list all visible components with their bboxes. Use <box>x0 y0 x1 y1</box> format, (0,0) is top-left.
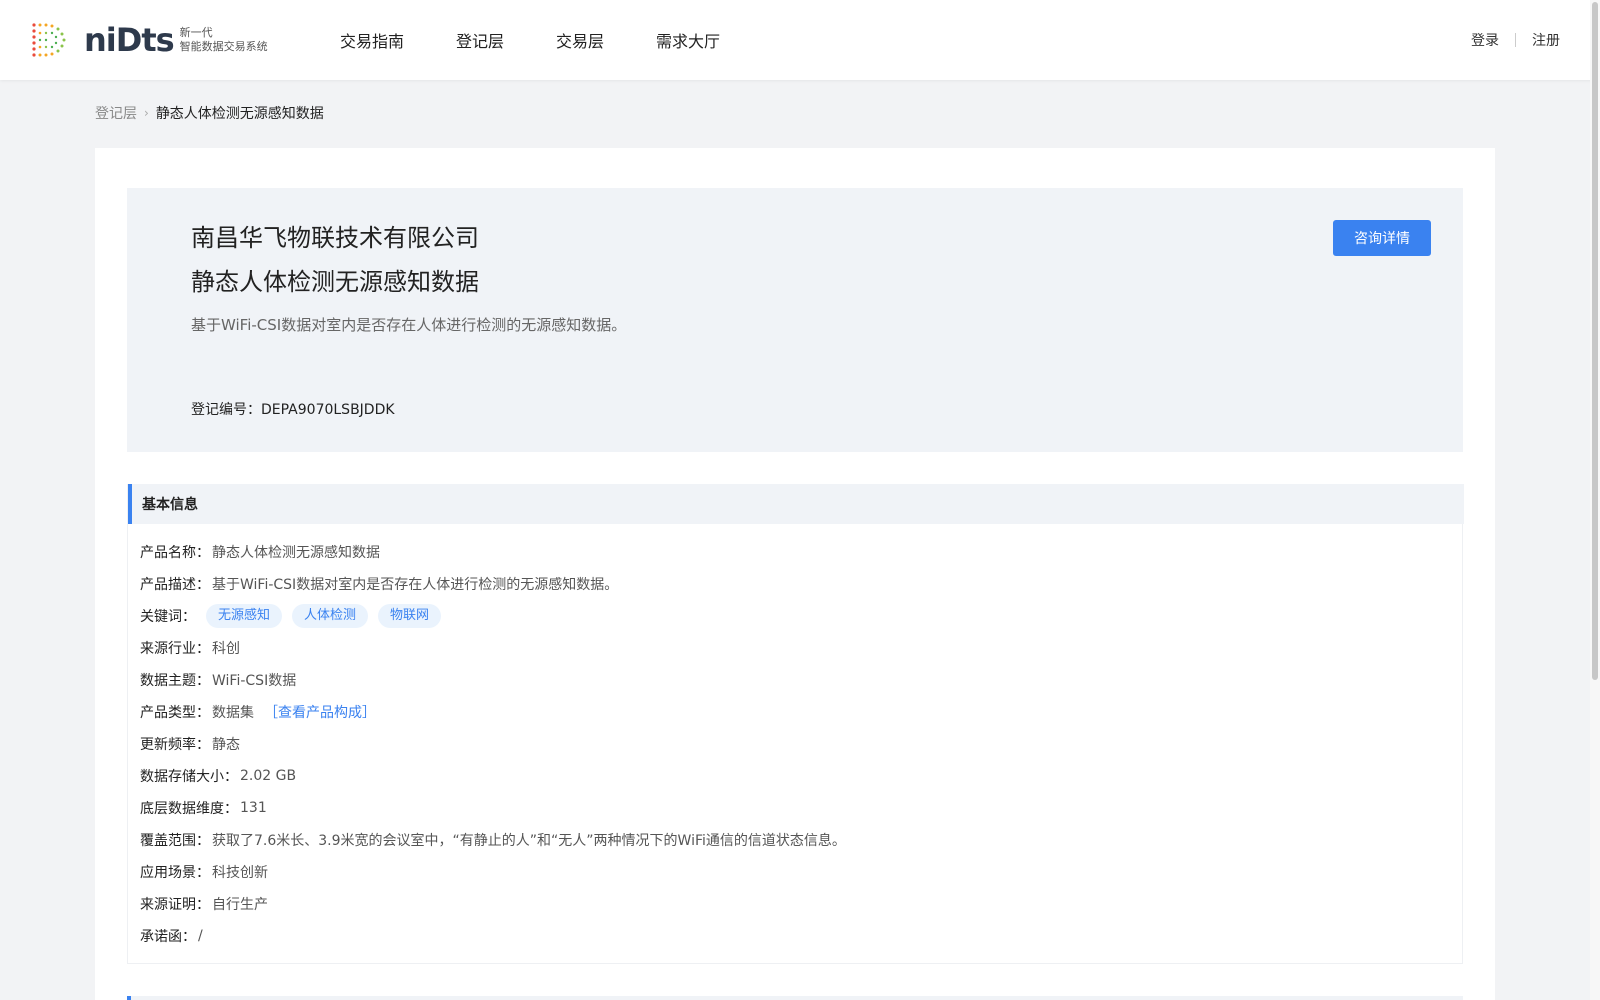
info-value: 自行生产 <box>212 897 268 913</box>
logo-wordmark: niDts <box>84 21 175 59</box>
auth-links: 登录 注册 <box>1471 0 1560 80</box>
main-nav: 交易指南 登记层 交易层 需求大厅 <box>340 0 772 80</box>
scrollbar-thumb[interactable] <box>1592 2 1598 680</box>
info-row-coverage: 覆盖范围： 获取了7.6米长、3.9米宽的会议室中，“有静止的人”和“无人”两种… <box>140 824 846 856</box>
info-label: 更新频率： <box>140 737 210 753</box>
registration-number-value: DEPA9070LSBJDDK <box>261 402 395 418</box>
logo-d-icon <box>32 23 66 57</box>
info-row-product-description: 产品描述： 基于WiFi-CSI数据对室内是否存在人体进行检测的无源感知数据。 <box>140 568 846 600</box>
info-row-data-theme: 数据主题： WiFi-CSI数据 <box>140 664 846 696</box>
register-link[interactable]: 注册 <box>1532 30 1560 50</box>
breadcrumb-registration-layer[interactable]: 登记层 <box>95 103 137 123</box>
consult-details-button[interactable]: 咨询详情 <box>1333 220 1431 256</box>
view-product-composition-link[interactable]: ［查看产品构成］ <box>264 702 376 722</box>
login-link[interactable]: 登录 <box>1471 30 1499 50</box>
basic-info-section: 基本信息 产品名称： 静态人体检测无源感知数据 产品描述： 基于WiFi-CSI… <box>127 484 1464 964</box>
info-label: 产品名称： <box>140 545 210 561</box>
info-row-source-proof: 来源证明： 自行生产 <box>140 888 846 920</box>
registration-number: 登记编号：DEPA9070LSBJDDK <box>191 399 395 419</box>
keyword-tag[interactable]: 人体检测 <box>292 604 369 628</box>
info-value: / <box>198 928 203 944</box>
info-label: 来源行业： <box>140 641 210 657</box>
info-row-application-scenario: 应用场景： 科技创新 <box>140 856 846 888</box>
nav-item-registration-layer[interactable]: 登记层 <box>456 28 504 52</box>
logo-subtitle-line1: 新一代 <box>179 26 213 39</box>
nav-item-trade-guide[interactable]: 交易指南 <box>340 28 404 52</box>
basic-info-list: 产品名称： 静态人体检测无源感知数据 产品描述： 基于WiFi-CSI数据对室内… <box>140 536 846 952</box>
info-label: 数据主题： <box>140 673 210 689</box>
product-detail-card: 南昌华飞物联技术有限公司 静态人体检测无源感知数据 基于WiFi-CSI数据对室… <box>95 148 1495 1000</box>
info-label: 产品描述： <box>140 577 210 593</box>
info-row-storage-size: 数据存储大小： 2.02 GB <box>140 760 846 792</box>
info-label: 承诺函： <box>140 929 196 945</box>
info-label: 覆盖范围： <box>140 833 210 849</box>
info-row-product-name: 产品名称： 静态人体检测无源感知数据 <box>140 536 846 568</box>
logo[interactable]: niDts 新一代 智能数据交易系统 <box>30 20 268 60</box>
company-name: 南昌华飞物联技术有限公司 <box>191 224 479 252</box>
auth-divider <box>1515 33 1516 47</box>
chevron-right-icon: › <box>144 106 149 120</box>
info-row-product-type: 产品类型： 数据集 ［查看产品构成］ <box>140 696 846 728</box>
product-title: 静态人体检测无源感知数据 <box>191 268 479 296</box>
page-scrollbar[interactable] <box>1590 0 1600 1000</box>
info-row-update-frequency: 更新频率： 静态 <box>140 728 846 760</box>
info-value: 数据集 <box>212 705 254 721</box>
section-title: 基本信息 <box>128 484 1464 524</box>
info-value: 基于WiFi-CSI数据对室内是否存在人体进行检测的无源感知数据。 <box>212 577 619 593</box>
breadcrumb-current: 静态人体检测无源感知数据 <box>155 106 324 122</box>
keyword-tag[interactable]: 无源感知 <box>206 604 283 628</box>
info-label: 产品类型： <box>140 705 210 721</box>
info-value: 131 <box>240 800 267 816</box>
info-row-keywords: 关键词： 无源感知 人体检测 物联网 <box>140 600 846 632</box>
top-header: niDts 新一代 智能数据交易系统 交易指南 登记层 交易层 需求大厅 登录 … <box>0 0 1600 80</box>
info-value: 获取了7.6米长、3.9米宽的会议室中，“有静止的人”和“无人”两种情况下的Wi… <box>212 833 846 849</box>
info-value: WiFi-CSI数据 <box>212 673 297 689</box>
info-label: 来源证明： <box>140 897 210 913</box>
info-value: 科创 <box>212 641 240 657</box>
info-value: 静态 <box>212 737 240 753</box>
info-label: 应用场景： <box>140 865 210 881</box>
info-label: 关键词： <box>140 609 196 625</box>
info-label: 底层数据维度： <box>140 801 238 817</box>
logo-subtitle-line2: 智能数据交易系统 <box>179 40 268 53</box>
breadcrumb: 登记层 › 静态人体检测无源感知数据 <box>95 103 324 123</box>
keyword-tag[interactable]: 物联网 <box>378 604 442 628</box>
info-row-data-dimension: 底层数据维度： 131 <box>140 792 846 824</box>
registration-number-label: 登记编号： <box>191 402 261 418</box>
nav-item-trading-layer[interactable]: 交易层 <box>556 28 604 52</box>
info-label: 数据存储大小： <box>140 769 238 785</box>
info-value: 静态人体检测无源感知数据 <box>212 545 380 561</box>
product-summary: 基于WiFi-CSI数据对室内是否存在人体进行检测的无源感知数据。 <box>191 316 627 334</box>
product-hero: 南昌华飞物联技术有限公司 静态人体检测无源感知数据 基于WiFi-CSI数据对室… <box>127 188 1463 452</box>
info-row-commitment-letter: 承诺函： / <box>140 920 846 952</box>
info-value: 科技创新 <box>212 865 268 881</box>
logo-subtitle: 新一代 智能数据交易系统 <box>180 26 268 54</box>
info-value: 2.02 GB <box>240 768 297 784</box>
info-row-source-industry: 来源行业： 科创 <box>140 632 846 664</box>
nav-item-demand-hall[interactable]: 需求大厅 <box>656 28 720 52</box>
next-section-header <box>127 996 1463 1000</box>
